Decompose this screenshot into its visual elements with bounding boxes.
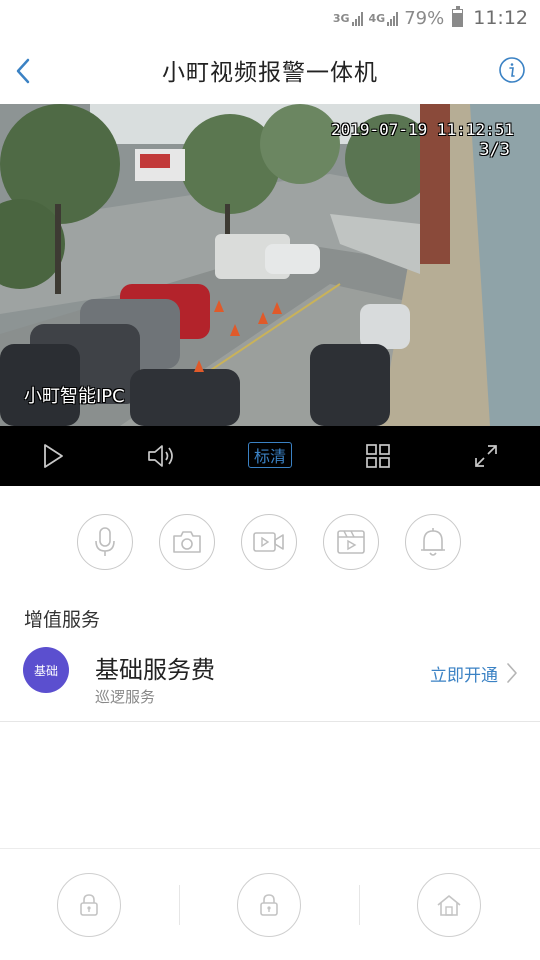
play-icon (44, 444, 63, 468)
clock: 11:12 (473, 7, 528, 29)
video-camera-icon (253, 532, 284, 552)
volume-button[interactable] (145, 440, 179, 472)
info-button[interactable] (498, 56, 526, 84)
battery-percent: 79% (404, 7, 445, 29)
bottom-nav (0, 848, 540, 960)
page-title: 小町视频报警一体机 (162, 60, 378, 86)
talk-button[interactable] (77, 514, 133, 570)
arm-button[interactable] (57, 873, 121, 937)
signal-icon (387, 10, 399, 26)
camera-feed-image (0, 104, 540, 426)
bell-icon (421, 528, 445, 556)
network-type-2: 4G (368, 11, 386, 25)
play-button[interactable] (36, 440, 70, 472)
app-screen: 3G 4G 79% 11:12 小町视频报警一体机 2019-07-19 11:… (0, 0, 540, 960)
video-watermark: 小町智能IPC (24, 386, 125, 407)
activate-now-label: 立即开通 (430, 665, 498, 686)
expand-icon (475, 445, 497, 467)
home-mode-button[interactable] (417, 873, 481, 937)
section-title: 增值服务 (24, 609, 101, 631)
record-button[interactable] (241, 514, 297, 570)
snapshot-button[interactable] (159, 514, 215, 570)
video-channel-indicator: 3/3 (479, 140, 510, 160)
fullscreen-button[interactable] (469, 440, 503, 472)
alarm-button[interactable] (405, 514, 461, 570)
lock-icon (80, 894, 98, 916)
nav-divider (359, 885, 360, 925)
video-player[interactable]: 2019-07-19 11:12:51 3/3 小町智能IPC (0, 104, 540, 426)
back-button[interactable] (12, 56, 36, 86)
service-description: 巡逻服务 (95, 688, 156, 706)
network-type-1: 3G (332, 11, 350, 25)
multi-view-button[interactable] (361, 440, 395, 472)
service-item[interactable]: 基础 基础服务费 巡逻服务 立即开通 (0, 636, 540, 722)
disarm-button[interactable] (237, 873, 301, 937)
activate-now-link[interactable]: 立即开通 (430, 658, 518, 688)
quality-toggle[interactable]: 标清 (248, 442, 292, 468)
speaker-icon (148, 445, 173, 467)
microphone-icon (95, 527, 115, 556)
service-name: 基础服务费 (95, 656, 215, 684)
chevron-left-icon (16, 58, 30, 84)
service-badge: 基础 (23, 647, 69, 693)
camera-icon (173, 531, 201, 553)
video-timestamp: 2019-07-19 11:12:51 (330, 120, 514, 139)
status-bar: 3G 4G 79% 11:12 (0, 0, 540, 36)
playback-icon (337, 530, 365, 554)
battery-icon (452, 6, 464, 27)
video-control-bar: 标清 (0, 426, 540, 486)
nav-divider (179, 885, 180, 925)
info-icon (499, 57, 525, 83)
lock-icon (260, 894, 278, 916)
playback-button[interactable] (323, 514, 379, 570)
grid-icon (366, 444, 390, 468)
chevron-right-icon (507, 663, 517, 683)
home-icon (437, 895, 461, 916)
action-bar (0, 486, 540, 596)
app-header: 小町视频报警一体机 (0, 36, 540, 104)
signal-icon (351, 10, 363, 26)
